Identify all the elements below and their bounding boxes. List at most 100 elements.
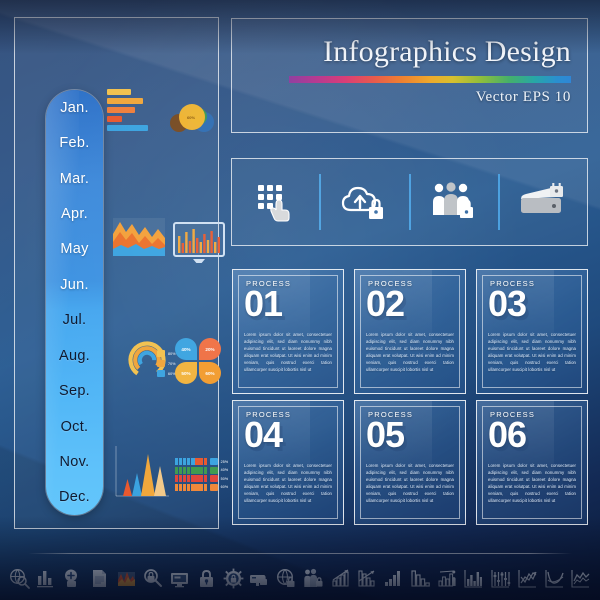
month-item-5[interactable]: Jun. [46, 267, 103, 302]
process-description: Lorem ipsum dolor sit amet, consectetuer… [244, 332, 332, 372]
ascending-bar-chart-icon[interactable] [383, 567, 405, 589]
area-chart-icon[interactable] [115, 567, 137, 589]
month-timeline[interactable]: Jan. Feb. Mar. Apr. May Jun. Jul. Aug. S… [46, 90, 103, 515]
month-item-7[interactable]: Aug. [46, 338, 103, 373]
process-number: 04 [244, 414, 283, 455]
bar-1 [107, 98, 143, 104]
petal-label: 60% [205, 370, 215, 376]
area-chart-widget [113, 218, 165, 261]
process-description: Lorem ipsum dolor sit amet, consectetuer… [488, 463, 576, 503]
process-number: 06 [488, 414, 527, 455]
month-item-6[interactable]: Jul. [46, 303, 103, 338]
month-label: Feb. [59, 135, 90, 152]
feature-wallet-lock[interactable] [500, 183, 587, 221]
petal-label: 50% [181, 370, 191, 376]
month-label: Nov. [59, 453, 90, 470]
document-icon[interactable] [88, 567, 110, 589]
bottom-icon-bar [8, 560, 592, 596]
month-label: Dec. [58, 489, 90, 506]
process-number: 03 [488, 283, 527, 324]
month-item-9[interactable]: Oct. [46, 409, 103, 444]
month-label: Apr. [61, 205, 88, 222]
pictogram-label: 25% [220, 459, 229, 464]
title-panel: Infographics Design Vector EPS 10 [231, 18, 588, 133]
declining-bar-chart-icon[interactable] [356, 567, 378, 589]
wallet-lock-icon [521, 183, 564, 213]
monitor-stand [193, 259, 205, 263]
process-card-05[interactable]: PROCESS 05 Lorem ipsum dolor sit amet, c… [354, 400, 466, 525]
pictogram-row: 40% [175, 466, 229, 474]
month-label: Aug. [58, 347, 91, 364]
descending-bar-chart-icon[interactable] [409, 567, 431, 589]
month-item-4[interactable]: May [46, 232, 103, 267]
month-item-10[interactable]: Nov. [46, 444, 103, 479]
venn-diagram-widget: 60% [170, 102, 222, 140]
gear-lock-icon[interactable] [222, 567, 244, 589]
search-lock-icon[interactable] [142, 567, 164, 589]
pictogram-chart-widget: 25% 40% 50% 60% [175, 458, 228, 492]
server-lock-icon[interactable] [249, 567, 271, 589]
process-card-06[interactable]: PROCESS 06 Lorem ipsum dolor sit amet, c… [476, 400, 588, 525]
scatter-line-chart-icon[interactable] [516, 567, 538, 589]
venn-annotation: 60% [187, 115, 196, 120]
add-circle-icon[interactable] [62, 567, 84, 589]
process-description: Lorem ipsum dolor sit amet, consectetuer… [366, 463, 454, 503]
line-graph-panel-icon[interactable] [570, 567, 592, 589]
left-panel: Jan. Feb. Mar. Apr. May Jun. Jul. Aug. S… [14, 17, 228, 529]
petal-label: 20% [205, 346, 215, 352]
area-chart-svg [113, 218, 165, 256]
petal-chart-widget: 40% 20% 50% 60% [175, 338, 221, 384]
pictogram-row: 25% [175, 458, 228, 465]
month-item-3[interactable]: Apr. [46, 196, 103, 231]
pictogram-row: 50% [175, 475, 228, 482]
people-chart-icon[interactable] [436, 567, 458, 589]
column-chart-panel-icon[interactable] [463, 567, 485, 589]
process-card-04[interactable]: PROCESS 04 Lorem ipsum dolor sit amet, c… [232, 400, 344, 525]
petal-2: 50% [175, 362, 197, 384]
growth-bar-chart-icon[interactable] [329, 567, 351, 589]
equalizer-chart-icon[interactable] [490, 567, 512, 589]
monitor-bar-chart-widget [173, 222, 225, 264]
month-label: Jun. [60, 276, 89, 293]
petal-1: 20% [199, 338, 221, 360]
process-card-02[interactable]: PROCESS 02 Lorem ipsum dolor sit amet, c… [354, 269, 466, 394]
month-item-2[interactable]: Mar. [46, 161, 103, 196]
process-card-03[interactable]: PROCESS 03 Lorem ipsum dolor sit amet, c… [476, 269, 588, 394]
feature-keypad-touch[interactable] [232, 182, 319, 222]
globe-lock-icon[interactable] [276, 567, 298, 589]
people-lock-icon[interactable] [302, 567, 324, 589]
month-label: Jan. [60, 99, 89, 116]
padlock-icon[interactable] [195, 567, 217, 589]
pictogram-row: 60% [175, 483, 228, 491]
process-number: 01 [244, 283, 283, 324]
month-item-0[interactable]: Jan. [46, 90, 103, 125]
process-card-01[interactable]: PROCESS 01 Lorem ipsum dolor sit amet, c… [232, 269, 344, 394]
globe-search-icon[interactable] [8, 567, 30, 589]
bar-2 [107, 107, 135, 113]
month-label: Oct. [60, 418, 89, 435]
petal-3: 60% [199, 362, 221, 384]
legend-swatch [157, 370, 165, 377]
bar-chart-icon[interactable] [35, 567, 57, 589]
bottom-divider [28, 553, 572, 554]
triangle-chart-widget [113, 446, 169, 503]
month-item-8[interactable]: Sep. [46, 373, 103, 408]
month-label: Mar. [59, 170, 90, 187]
infographic-canvas: Jan. Feb. Mar. Apr. May Jun. Jul. Aug. S… [0, 0, 600, 600]
curve-chart-icon[interactable] [543, 567, 565, 589]
process-description: Lorem ipsum dolor sit amet, consectetuer… [244, 463, 332, 503]
legend-item: 70% [157, 360, 176, 367]
donut-chart-legend: 80% 70% 60% [157, 350, 176, 380]
legend-swatch [157, 350, 165, 357]
month-item-1[interactable]: Feb. [46, 125, 103, 160]
month-label: May [60, 241, 89, 258]
cloud-upload-lock-icon [341, 186, 383, 219]
feature-users-lock[interactable] [411, 181, 498, 223]
monitor-card-icon[interactable] [169, 567, 191, 589]
feature-icon-panel [231, 158, 588, 246]
petal-0: 40% [175, 338, 197, 360]
feature-cloud-upload-lock[interactable] [321, 182, 408, 222]
legend-item: 80% [157, 350, 176, 357]
pictogram-label: 40% [220, 468, 229, 472]
month-item-11[interactable]: Dec. [46, 480, 103, 515]
